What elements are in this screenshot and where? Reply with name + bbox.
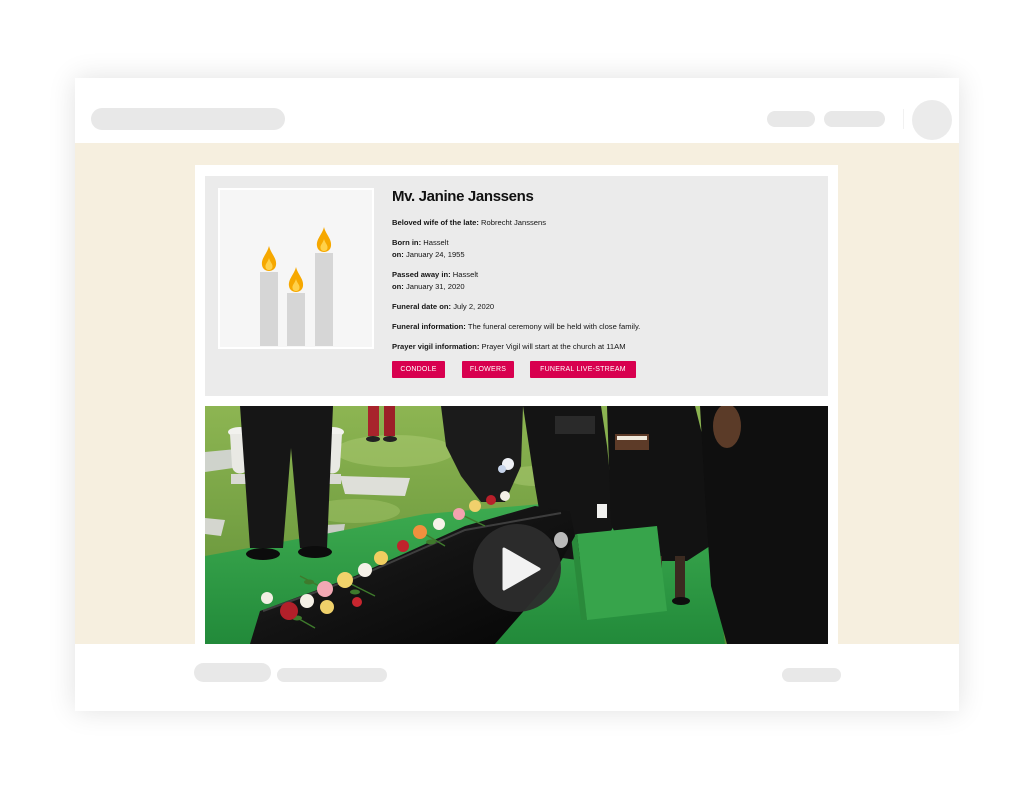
- birth-date-value: January 24, 1955: [405, 250, 465, 259]
- portrait-frame: [218, 188, 374, 349]
- avatar[interactable]: [912, 100, 952, 140]
- death-date-label: on:: [392, 282, 404, 291]
- obituary-card: Mv. Janine Janssens Beloved wife of the …: [195, 165, 838, 644]
- flame-left: [261, 246, 277, 271]
- vigil-info-line: Prayer vigil information: Prayer Vigil w…: [392, 341, 822, 353]
- spouse-line: Beloved wife of the late: Robrecht Janss…: [392, 217, 822, 229]
- flame-right: [316, 227, 332, 252]
- birth-group: Born in: Hasselt on: January 24, 1955: [392, 237, 822, 261]
- browser-window: Mv. Janine Janssens Beloved wife of the …: [75, 78, 959, 711]
- site-header: [75, 78, 959, 143]
- livestream-button[interactable]: FUNERAL LIVE-STREAM: [530, 361, 636, 378]
- death-place-value: Hasselt: [452, 270, 479, 279]
- funeral-info-label: Funeral information:: [392, 322, 466, 331]
- birth-place-value: Hasselt: [423, 238, 449, 247]
- funeral-date-group: Funeral date on: July 2, 2020: [392, 301, 822, 313]
- spouse-group: Beloved wife of the late: Robrecht Janss…: [392, 217, 822, 229]
- candle-right: [315, 253, 333, 346]
- funeral-date-line: Funeral date on: July 2, 2020: [392, 301, 822, 313]
- play-icon: [502, 547, 541, 591]
- header-logo-placeholder[interactable]: [91, 108, 285, 130]
- funeral-date-label: Funeral date on:: [392, 302, 452, 311]
- header-divider: [903, 109, 904, 129]
- death-date-line: on: January 31, 2020: [392, 281, 822, 293]
- flame-middle: [288, 267, 304, 292]
- funeral-video-player[interactable]: [205, 406, 828, 644]
- action-buttons: CONDOLE FLOWERS FUNERAL LIVE-STREAM: [392, 361, 822, 378]
- deceased-name: Mv. Janine Janssens: [392, 188, 534, 205]
- funeral-date-value: July 2, 2020: [453, 302, 495, 311]
- site-footer: [75, 644, 959, 711]
- details-list: Beloved wife of the late: Robrecht Janss…: [392, 217, 822, 353]
- footer-logo-placeholder[interactable]: [194, 663, 271, 682]
- play-button[interactable]: [473, 524, 561, 612]
- funeral-info-line: Funeral information: The funeral ceremon…: [392, 321, 822, 333]
- vigil-info-label: Prayer vigil information:: [392, 342, 480, 351]
- mourner-figure: [368, 406, 379, 436]
- birth-place-label: Born in:: [392, 238, 422, 247]
- header-nav-placeholder-1[interactable]: [767, 111, 815, 127]
- vigil-info-group: Prayer vigil information: Prayer Vigil w…: [392, 341, 822, 353]
- header-nav-placeholder-2[interactable]: [824, 111, 885, 127]
- funeral-info-value: The funeral ceremony will be held with c…: [467, 322, 641, 331]
- obituary-info-panel: Mv. Janine Janssens Beloved wife of the …: [205, 176, 828, 396]
- death-group: Passed away in: Hasselt on: January 31, …: [392, 269, 822, 293]
- candle-left: [260, 272, 278, 346]
- death-date-value: January 31, 2020: [405, 282, 465, 291]
- candle-middle: [287, 293, 305, 346]
- condole-button[interactable]: CONDOLE: [392, 361, 445, 378]
- birth-place-line: Born in: Hasselt: [392, 237, 822, 249]
- footer-link-placeholder-right[interactable]: [782, 668, 841, 682]
- page-content: Mv. Janine Janssens Beloved wife of the …: [75, 143, 959, 644]
- birth-date-line: on: January 24, 1955: [392, 249, 822, 261]
- candles-icon: [260, 227, 333, 346]
- lowering-device: [577, 526, 667, 620]
- spouse-label: Beloved wife of the late:: [392, 218, 479, 227]
- vigil-info-value: Prayer Vigil will start at the church at…: [481, 342, 626, 351]
- flowers-button[interactable]: FLOWERS: [462, 361, 514, 378]
- death-place-line: Passed away in: Hasselt: [392, 269, 822, 281]
- birth-date-label: on:: [392, 250, 404, 259]
- death-place-label: Passed away in:: [392, 270, 451, 279]
- spouse-value: Robrecht Janssens: [481, 218, 547, 227]
- footer-link-placeholder[interactable]: [277, 668, 387, 682]
- funeral-info-group: Funeral information: The funeral ceremon…: [392, 321, 822, 333]
- obituary-details: Mv. Janine Janssens Beloved wife of the …: [392, 188, 822, 378]
